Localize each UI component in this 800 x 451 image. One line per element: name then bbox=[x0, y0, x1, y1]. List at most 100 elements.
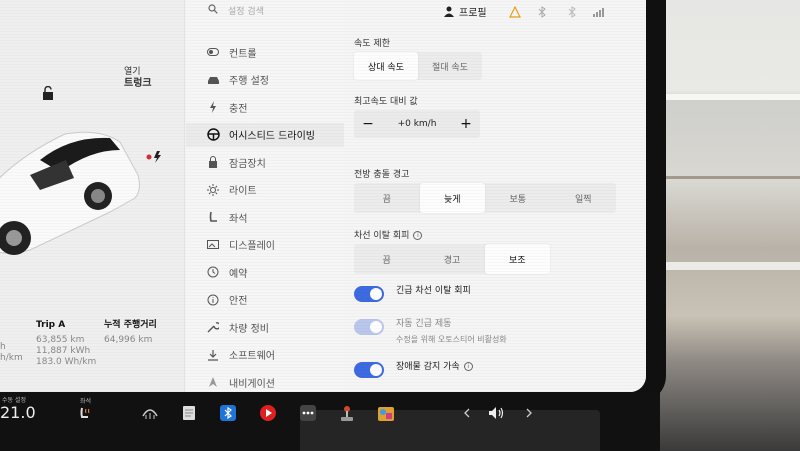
segment-option[interactable]: 보조 bbox=[484, 244, 550, 274]
emergency-lane-toggle[interactable] bbox=[354, 286, 384, 302]
info-icon[interactable]: i bbox=[413, 231, 423, 240]
toggle-obstacle-accel: 장애물 감지 가속 i bbox=[354, 361, 473, 378]
obstacle-accel-toggle[interactable] bbox=[354, 362, 384, 378]
steering-wheel-icon bbox=[206, 128, 220, 142]
segment-option[interactable]: 끔 bbox=[354, 244, 419, 274]
profile-label: 프로필 bbox=[459, 8, 487, 19]
notes-icon[interactable] bbox=[180, 404, 198, 422]
info-icon[interactable]: i bbox=[463, 362, 473, 371]
toggle-emergency-lane: 긴급 차선 이탈 회피 bbox=[354, 285, 471, 302]
search-input[interactable]: 설정 검색 bbox=[228, 4, 264, 17]
nav-item-label: 차량 정비 bbox=[229, 323, 269, 335]
trip-a-stats[interactable]: Trip A 63,855 km 11,887 kWh 183.0 Wh/km bbox=[36, 320, 96, 368]
toggle-aeb: 자동 긴급 제동 수정을 위해 오토스티어 비활성화 bbox=[354, 318, 507, 345]
segment-option[interactable]: 상대 속도 bbox=[354, 52, 418, 80]
nav-item[interactable]: 차량 정비 bbox=[186, 315, 344, 339]
nav-item[interactable]: 좌석 bbox=[186, 205, 344, 229]
increase-button[interactable]: + bbox=[452, 110, 480, 138]
segment-option[interactable]: 끔 bbox=[354, 183, 420, 213]
fcw-label: 전방 충돌 경고 bbox=[354, 170, 410, 180]
trunk-open-control[interactable]: 열기 트렁크 bbox=[124, 66, 152, 90]
partial-stat: h h/km bbox=[0, 342, 23, 363]
wrench-icon bbox=[206, 320, 220, 334]
speed-offset-stepper: − +0 km/h + bbox=[354, 110, 480, 138]
nav-item[interactable]: 예약 bbox=[186, 260, 344, 284]
nav-item-label: 주행 설정 bbox=[229, 76, 269, 87]
nav-item[interactable]: 충전 bbox=[186, 95, 344, 119]
settings-nav: 설정 검색 컨트롤주행 설정충전어시스티드 드라이빙잠금장치라이트좌석디스플레이… bbox=[186, 0, 344, 392]
car-status-panel: 열기 트렁크 h h/km Trip A 63,855 km 11,887 kW… bbox=[0, 0, 185, 392]
nav-item-label: 소프트웨어 bbox=[229, 351, 275, 362]
toggle-icon bbox=[206, 45, 220, 59]
light-icon bbox=[206, 183, 220, 197]
joystick-icon[interactable] bbox=[338, 404, 356, 422]
segment-option[interactable]: 절대 속도 bbox=[418, 52, 482, 80]
toggle-label: 긴급 차선 이탈 회피 bbox=[396, 286, 471, 296]
speed-offset-label: 최고속도 대비 값 bbox=[354, 97, 418, 107]
assisted-driving-settings: 프로필 속도 제한 상대 속도 절대 속도 최고속도 대비 값 − +0 km/h… bbox=[344, 0, 646, 392]
toybox-icon[interactable] bbox=[377, 404, 395, 422]
toggle-sublabel: 수정을 위해 오토스티어 비활성화 bbox=[396, 335, 507, 344]
volume-icon[interactable] bbox=[488, 404, 506, 422]
nav-item-label: 충전 bbox=[229, 103, 248, 115]
bolt-icon bbox=[206, 100, 220, 114]
speed-limit-selector: 상대 속도 절대 속도 bbox=[354, 52, 482, 80]
nav-item-label: 좌석 bbox=[229, 213, 248, 225]
nav-item[interactable]: 디스플레이 bbox=[186, 233, 344, 257]
odometer-stats[interactable]: 누적 주행거리 64,996 km bbox=[104, 320, 157, 346]
temp-value: 21.0 bbox=[0, 403, 36, 422]
nav-item-label: 예약 bbox=[229, 268, 248, 280]
nav-item[interactable]: 내비게이션 bbox=[186, 370, 344, 392]
nav-item-label: 디스플레이 bbox=[229, 241, 275, 252]
segment-option[interactable]: 일찍 bbox=[551, 183, 617, 213]
nav-item-label: 컨트롤 bbox=[229, 48, 257, 60]
fcw-selector: 끔 늦게 보통 일찍 bbox=[354, 183, 616, 213]
nav-item[interactable]: 라이트 bbox=[186, 178, 344, 202]
open-label: 열기 bbox=[124, 67, 141, 77]
nav-item[interactable]: 안전 bbox=[186, 288, 344, 312]
bluetooth-icon[interactable] bbox=[536, 6, 548, 18]
nav-item[interactable]: 주행 설정 bbox=[186, 68, 344, 92]
chevron-right-icon[interactable] bbox=[520, 404, 538, 422]
speed-offset-value: +0 km/h bbox=[397, 119, 437, 129]
person-icon bbox=[444, 6, 454, 17]
media-app-icon[interactable] bbox=[259, 404, 277, 422]
nav-item-label: 어시스티드 드라이빙 bbox=[229, 131, 315, 142]
nav-item[interactable]: 잠금장치 bbox=[186, 150, 344, 174]
segment-option[interactable]: 보통 bbox=[485, 183, 551, 213]
signal-icon bbox=[593, 8, 604, 17]
decrease-button[interactable]: − bbox=[354, 110, 382, 138]
seat-heater-icon[interactable] bbox=[76, 404, 94, 422]
defrost-icon[interactable] bbox=[141, 404, 159, 422]
seat-icon bbox=[206, 210, 220, 224]
bluetooth-status-icon bbox=[568, 6, 576, 18]
nav-item[interactable]: 어시스티드 드라이빙 bbox=[186, 122, 344, 147]
info-circle-icon bbox=[206, 293, 220, 307]
nav-item-label: 내비게이션 bbox=[229, 378, 275, 390]
profile-button[interactable]: 프로필 bbox=[444, 4, 487, 19]
segment-option[interactable]: 경고 bbox=[419, 244, 484, 274]
background-environment bbox=[660, 0, 800, 451]
car-model-image bbox=[0, 131, 140, 255]
bluetooth-app-icon[interactable] bbox=[219, 404, 237, 422]
lock-icon bbox=[206, 155, 220, 169]
search-icon bbox=[208, 4, 218, 14]
car-icon bbox=[206, 73, 220, 87]
nav-item[interactable]: 소프트웨어 bbox=[186, 343, 344, 367]
nav-item[interactable]: 컨트롤 bbox=[186, 40, 344, 64]
aeb-toggle bbox=[354, 319, 384, 335]
download-icon bbox=[206, 348, 220, 362]
display-icon bbox=[206, 238, 220, 252]
segment-option[interactable]: 늦게 bbox=[419, 183, 485, 213]
alert-icon[interactable] bbox=[509, 6, 521, 18]
clock-icon bbox=[206, 265, 220, 279]
chevron-left-icon[interactable] bbox=[458, 404, 476, 422]
search-bar[interactable]: 설정 검색 bbox=[186, 0, 344, 24]
more-apps-icon[interactable] bbox=[299, 404, 317, 422]
toggle-label: 자동 긴급 제동 bbox=[396, 319, 452, 329]
navigation-icon bbox=[206, 375, 220, 389]
lane-departure-selector: 끔 경고 보조 bbox=[354, 244, 550, 274]
nav-item-label: 안전 bbox=[229, 296, 248, 307]
unlocked-icon[interactable] bbox=[42, 86, 54, 100]
nav-item-label: 라이트 bbox=[229, 186, 257, 197]
